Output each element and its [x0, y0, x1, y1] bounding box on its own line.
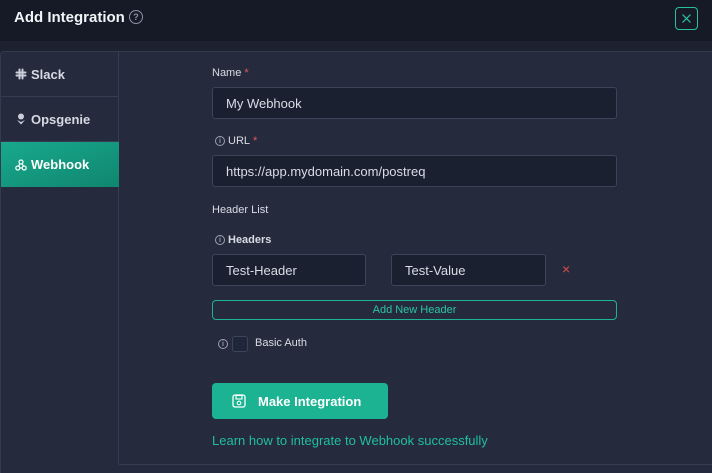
slack-icon: [15, 68, 27, 80]
sidebar-item-label: Slack: [31, 66, 65, 82]
header-list-label: Header List: [212, 204, 269, 216]
basic-auth-checkbox[interactable]: [232, 336, 248, 352]
url-label: i URL *: [215, 135, 257, 147]
name-label-text: Name: [212, 67, 242, 79]
close-icon: [682, 14, 691, 23]
sidebar-item-label: Opsgenie: [31, 111, 91, 127]
required-mark: *: [244, 67, 249, 79]
content-divider: [119, 464, 712, 465]
info-icon: i: [215, 136, 225, 146]
header-value-input[interactable]: [391, 254, 546, 286]
webhook-icon: [15, 158, 27, 171]
dialog-header: Add Integration ?: [0, 0, 712, 41]
required-mark: *: [253, 135, 258, 147]
sidebar-item-opsgenie[interactable]: Opsgenie: [1, 97, 119, 142]
question-circle-icon[interactable]: ?: [129, 10, 143, 24]
name-input[interactable]: [212, 87, 617, 119]
info-icon: i: [215, 235, 225, 245]
headers-label-text: Headers: [228, 234, 272, 246]
url-input[interactable]: [212, 155, 617, 187]
name-label: Name *: [212, 67, 249, 79]
save-icon: [232, 394, 246, 408]
sidebar-item-label: Webhook: [31, 157, 90, 172]
headers-label: i Headers: [215, 234, 271, 246]
opsgenie-icon: [15, 113, 27, 125]
sidebar-item-webhook[interactable]: Webhook: [1, 142, 119, 187]
add-new-header-button[interactable]: Add New Header: [212, 300, 617, 320]
sidebar-item-slack[interactable]: Slack: [1, 52, 119, 97]
header-key-input[interactable]: [212, 254, 366, 286]
remove-header-button[interactable]: ×: [562, 261, 570, 277]
close-button[interactable]: [675, 7, 698, 30]
dialog-title: Add Integration: [14, 9, 125, 26]
integration-sidebar: Slack Opsgenie Webhook: [1, 52, 119, 464]
url-label-text: URL: [228, 135, 251, 147]
make-integration-button[interactable]: Make Integration: [212, 383, 388, 419]
info-icon: i: [218, 339, 228, 349]
make-integration-label: Make Integration: [258, 393, 362, 409]
basic-auth-label: Basic Auth: [255, 337, 307, 349]
learn-webhook-link[interactable]: Learn how to integrate to Webhook succes…: [212, 433, 488, 448]
